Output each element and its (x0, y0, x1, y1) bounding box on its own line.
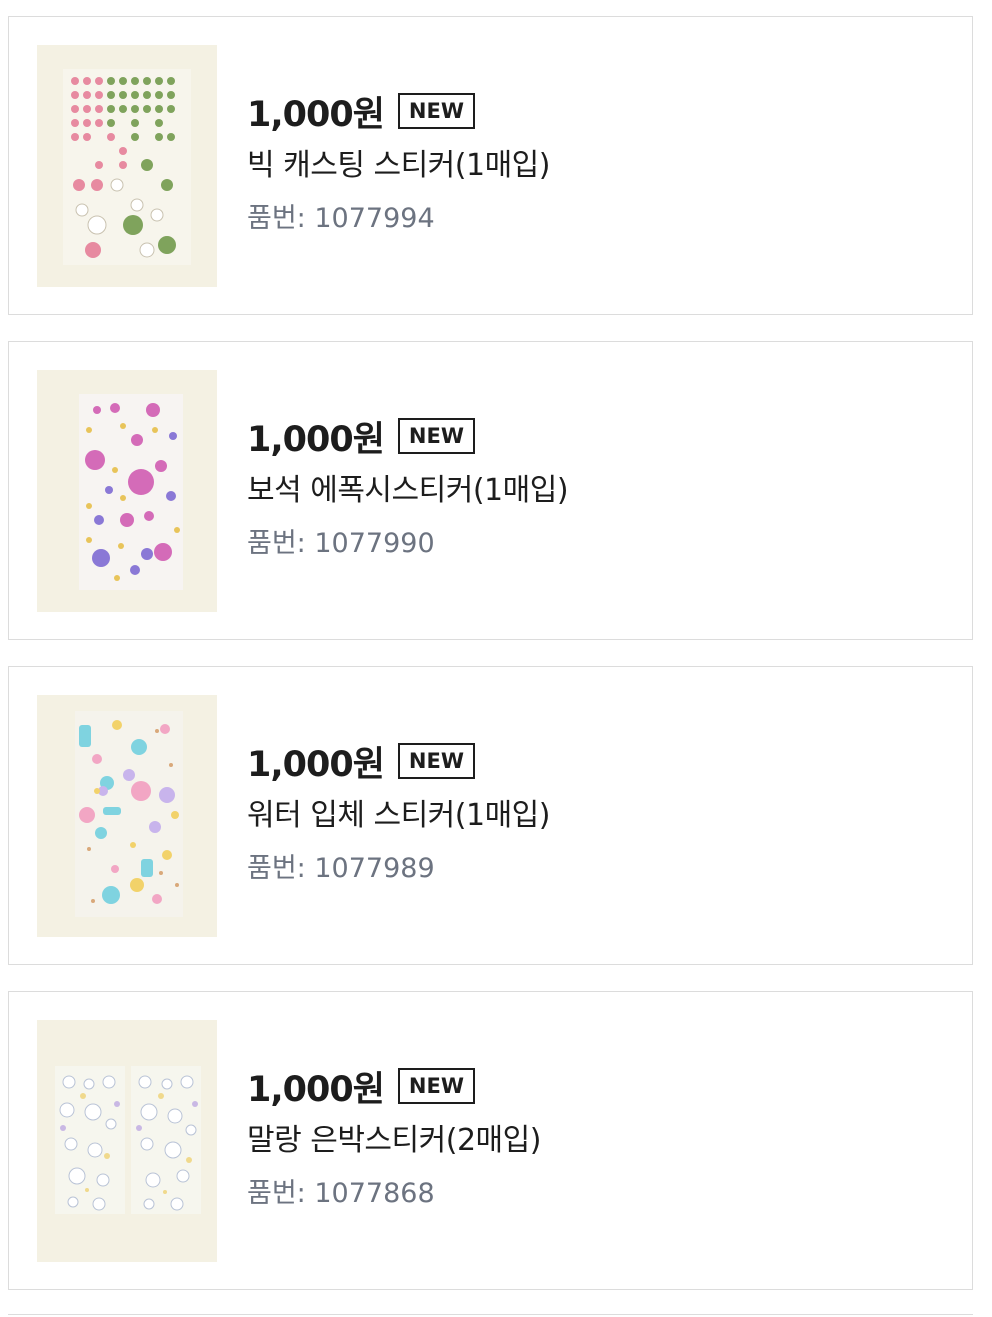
product-info: 1,000원 NEW 말랑 은박스티커(2매입) 품번: 1077868 (247, 1064, 541, 1211)
product-card[interactable]: 1,000원 NEW 워터 입체 스티커(1매입) 품번: 1077989 (8, 666, 973, 965)
product-price: 1,000원 (247, 744, 385, 785)
product-code-value: 1077989 (314, 853, 435, 884)
sticker-sheet-image (37, 1020, 217, 1262)
product-image[interactable] (37, 45, 217, 287)
product-code-label: 품번: (247, 853, 306, 884)
product-code-value: 1077990 (314, 528, 435, 559)
product-name[interactable]: 말랑 은박스티커(2매입) (247, 1121, 541, 1161)
product-card[interactable]: 1,000원 NEW 빅 캐스팅 스티커(1매입) 품번: 1077994 (8, 16, 973, 315)
product-price: 1,000원 (247, 419, 385, 460)
price-row: 1,000원 NEW (247, 414, 568, 460)
product-code-value: 1077994 (314, 203, 435, 234)
product-info: 1,000원 NEW 보석 에폭시스티커(1매입) 품번: 1077990 (247, 414, 569, 561)
product-image[interactable] (37, 695, 217, 937)
product-code: 품번: 1077990 (247, 527, 568, 561)
sticker-sheet-image (37, 695, 217, 937)
new-badge: NEW (397, 743, 476, 779)
product-code-label: 품번: (247, 1178, 306, 1209)
product-code: 품번: 1077868 (247, 1177, 541, 1211)
new-badge: NEW (397, 1068, 476, 1104)
product-image[interactable] (37, 1020, 217, 1262)
sticker-sheet-image (37, 370, 217, 612)
product-card[interactable]: 1,000원 NEW 보석 에폭시스티커(1매입) 품번: 1077990 (8, 341, 973, 640)
product-name[interactable]: 워터 입체 스티커(1매입) (247, 796, 550, 836)
product-code: 품번: 1077989 (247, 852, 550, 886)
product-code-label: 품번: (247, 528, 306, 559)
price-row: 1,000원 NEW (247, 1064, 541, 1110)
product-code-value: 1077868 (314, 1178, 435, 1209)
product-code-label: 품번: (247, 203, 306, 234)
price-row: 1,000원 NEW (247, 89, 550, 135)
product-list: 1,000원 NEW 빅 캐스팅 스티커(1매입) 품번: 1077994 1,… (0, 0, 992, 1317)
new-badge: NEW (397, 93, 476, 129)
product-name[interactable]: 보석 에폭시스티커(1매입) (247, 471, 569, 511)
product-info: 1,000원 NEW 빅 캐스팅 스티커(1매입) 품번: 1077994 (247, 89, 550, 236)
product-price: 1,000원 (247, 94, 385, 135)
product-card[interactable]: 1,000원 NEW 말랑 은박스티커(2매입) 품번: 1077868 (8, 991, 973, 1290)
price-row: 1,000원 NEW (247, 739, 550, 785)
sticker-sheet-image (37, 45, 217, 287)
product-name[interactable]: 빅 캐스팅 스티커(1매입) (247, 146, 550, 186)
product-price: 1,000원 (247, 1069, 385, 1110)
product-code: 품번: 1077994 (247, 202, 550, 236)
product-info: 1,000원 NEW 워터 입체 스티커(1매입) 품번: 1077989 (247, 739, 550, 886)
product-image[interactable] (37, 370, 217, 612)
new-badge: NEW (397, 418, 476, 454)
